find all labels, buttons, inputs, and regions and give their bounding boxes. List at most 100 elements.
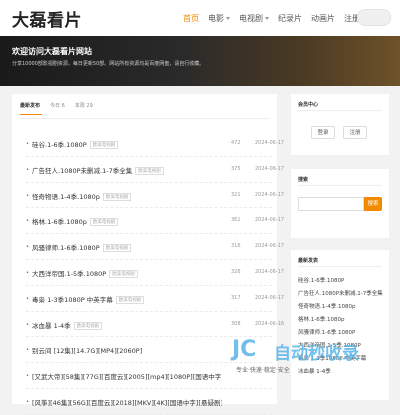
category-tag[interactable]: 欧美电视剧 bbox=[115, 295, 145, 304]
welcome-banner: 欢迎访问大磊看片网站 分享10000部影视剧资源，每日更新50部。网站所有资源均… bbox=[0, 36, 400, 86]
view-count: 316 bbox=[231, 243, 241, 250]
member-divider bbox=[298, 110, 382, 111]
view-count: 317 bbox=[231, 294, 241, 301]
header-search-input[interactable] bbox=[357, 9, 391, 26]
post-date: 2024-06-17 bbox=[255, 243, 285, 250]
post-title[interactable]: 别云间 [12集][14.7G][MP4][2060P] bbox=[32, 345, 142, 355]
nav-documentary-label: 纪录片 bbox=[278, 13, 302, 23]
list-item[interactable]: • [风筝][46集][56G][百度云][2018][MKV][4K][国语中字… bbox=[26, 389, 272, 415]
nav-home[interactable]: 首页 bbox=[183, 13, 199, 24]
bullet-icon: • bbox=[26, 166, 29, 173]
register-button[interactable]: 注册 bbox=[343, 126, 367, 139]
post-title-text: 冰血暴 1-4季 bbox=[32, 321, 71, 330]
nav-animation[interactable]: 动画片 bbox=[311, 13, 335, 24]
nav-movies[interactable]: 电影 bbox=[208, 13, 230, 24]
category-tag[interactable]: 欧美电视剧 bbox=[73, 321, 103, 330]
search-divider bbox=[298, 185, 382, 186]
tab-week[interactable]: 本周 29 bbox=[75, 102, 93, 112]
nav-movies-label: 电影 bbox=[208, 13, 224, 23]
category-tag[interactable]: 欧美电视剧 bbox=[135, 166, 164, 175]
login-button[interactable]: 登录 bbox=[311, 126, 335, 139]
post-title[interactable]: 广告狂人.1080P未删减.1-7季全集 欧美电视剧 bbox=[32, 165, 164, 175]
list-item[interactable]: • 怪奇物语.1-4季.1080p 欧美电视剧 321 2024-06-17 bbox=[26, 183, 284, 209]
bullet-icon: • bbox=[26, 295, 29, 302]
post-date: 2024-06-17 bbox=[255, 140, 285, 146]
post-title[interactable]: 毒枭 1-3季1080P 中英字幕 欧美电视剧 bbox=[32, 294, 145, 304]
category-tag[interactable]: 欧美电视剧 bbox=[89, 218, 119, 227]
site-logo[interactable]: 大磊看片 bbox=[12, 6, 82, 31]
chevron-down-icon bbox=[226, 16, 230, 20]
tab-latest[interactable]: 最新发布 bbox=[20, 102, 40, 112]
watermark-logo-icon: JC bbox=[232, 337, 257, 362]
list-item[interactable]: • 格林.1-6季.1080p 欧美电视剧 361 2024-06-17 bbox=[26, 208, 284, 235]
bullet-icon: • bbox=[26, 347, 29, 354]
post-title-text: 格林.1-6季.1080p bbox=[32, 218, 87, 227]
post-title[interactable]: 风骚律师.1-6季.1080P 欧美电视剧 bbox=[32, 242, 132, 253]
list-item[interactable]: • 硅谷.1-6季.1080P 欧美电视剧 472 2024-06-17 bbox=[26, 131, 284, 157]
bullet-icon: • bbox=[26, 269, 29, 276]
post-title-text: 毒枭 1-3季1080P 中英字幕 bbox=[32, 295, 113, 304]
bullet-icon: • bbox=[26, 321, 29, 328]
view-count: 308 bbox=[231, 320, 241, 327]
search-button[interactable]: 搜索 bbox=[364, 197, 382, 211]
post-date: 2024-06-17 bbox=[255, 294, 285, 301]
list-item[interactable]: • 广告狂人.1080P未删减.1-7季全集 欧美电视剧 375 2024-06-17 bbox=[26, 157, 284, 183]
view-count: 472 bbox=[231, 140, 241, 146]
watermark: JC 自动秒收录 专业·快速·稳定·安全 bbox=[230, 334, 390, 378]
post-date: 2024-06-16 bbox=[255, 320, 285, 327]
nav-documentary[interactable]: 纪录片 bbox=[278, 13, 302, 24]
category-tag[interactable]: 欧美电视剧 bbox=[89, 141, 119, 149]
search-panel: 搜索 搜索 bbox=[291, 169, 389, 238]
watermark-subtext: 专业·快速·稳定·安全 bbox=[236, 367, 290, 374]
site-header: 大磊看片 首页 电影 电视剧 纪录片 动画片 注册 登录 bbox=[0, 0, 400, 36]
bullet-icon: • bbox=[26, 244, 29, 251]
post-date: 2024-06-17 bbox=[255, 191, 285, 198]
bullet-icon: • bbox=[26, 141, 29, 147]
category-tag[interactable]: 欧美电视剧 bbox=[102, 192, 132, 201]
search-input[interactable] bbox=[298, 197, 364, 211]
nav-tv[interactable]: 电视剧 bbox=[239, 13, 269, 24]
list-item[interactable]: • 毒枭 1-3季1080P 中英字幕 欧美电视剧 317 2024-06-17 bbox=[26, 286, 284, 312]
recent-divider bbox=[298, 266, 382, 267]
list-item[interactable]: • 大西洋帝国.1-5季.1080P 欧美电视剧 326 2024-06-17 bbox=[26, 260, 284, 286]
post-title-text: 怪奇物语.1-4季.1080p bbox=[32, 192, 100, 201]
recent-posts-title: 最新发表 bbox=[298, 258, 319, 264]
post-title-text: 风骚律师.1-6季.1080P bbox=[32, 244, 100, 253]
watermark-text: 自动秒收录 bbox=[274, 344, 359, 364]
view-count: 321 bbox=[231, 191, 241, 198]
nav-animation-label: 动画片 bbox=[311, 13, 335, 23]
post-date: 2024-06-17 bbox=[255, 268, 285, 275]
post-title[interactable]: 大西洋帝国.1-5季.1080P 欧美电视剧 bbox=[32, 268, 138, 278]
post-title[interactable]: [风筝][46集][56G][百度云][2018][MKV][4K][国语中字]… bbox=[32, 397, 222, 407]
active-tab-indicator bbox=[20, 114, 42, 115]
post-title[interactable]: 怪奇物语.1-4季.1080p 欧美电视剧 bbox=[32, 191, 132, 201]
member-center-panel: 会员中心 登录 注册 bbox=[291, 94, 389, 155]
banner-title: 欢迎访问大磊看片网站 bbox=[12, 47, 92, 56]
member-center-title: 会员中心 bbox=[298, 102, 319, 108]
recent-post-link[interactable]: 格林.1-6季.1080p bbox=[298, 314, 384, 327]
chevron-down-icon bbox=[265, 16, 269, 20]
post-title[interactable]: [又武大帝][58集][77G][百度云][2005][mp4][1080P][… bbox=[32, 371, 222, 381]
banner-description: 分享10000部影视剧资源，每日更新50部。网站所有资源均是百度网盘，请自行收藏… bbox=[12, 61, 205, 67]
post-date: 2024-06-17 bbox=[255, 217, 285, 224]
post-title-text: 别云间 [12集][14.7G][MP4][2060P] bbox=[32, 347, 143, 356]
tab-today[interactable]: 今日 6 bbox=[50, 102, 65, 112]
bullet-icon: • bbox=[26, 373, 29, 380]
post-title[interactable]: 格林.1-6季.1080p 欧美电视剧 bbox=[32, 216, 119, 227]
recent-post-link[interactable]: 怪奇物语.1-4季.1080p bbox=[298, 301, 384, 314]
category-tag[interactable]: 欧美电视剧 bbox=[109, 269, 138, 278]
tabs-divider bbox=[20, 118, 269, 119]
post-title-text: [风筝][46集][56G][百度云][2018][MKV][4K][国语中字]… bbox=[32, 398, 222, 407]
list-item[interactable]: • 风骚律师.1-6季.1080P 欧美电视剧 316 2024-06-17 bbox=[26, 234, 284, 260]
nav-tv-label: 电视剧 bbox=[239, 13, 263, 23]
post-title-text: 硅谷.1-6季.1080P bbox=[32, 141, 87, 149]
view-count: 326 bbox=[231, 268, 241, 275]
nav-home-label: 首页 bbox=[183, 13, 199, 23]
recent-post-link[interactable]: 广告狂人.1080P未删减.1-7季全集 bbox=[298, 288, 384, 301]
post-title[interactable]: 冰血暴 1-4季 欧美电视剧 bbox=[32, 320, 103, 330]
view-count: 375 bbox=[231, 165, 241, 172]
post-title[interactable]: 硅谷.1-6季.1080P 欧美电视剧 bbox=[32, 139, 119, 149]
post-title-text: 大西洋帝国.1-5季.1080P bbox=[32, 269, 107, 278]
category-tag[interactable]: 欧美电视剧 bbox=[102, 244, 132, 253]
recent-post-link[interactable]: 硅谷.1-6季.1080P bbox=[298, 275, 384, 288]
